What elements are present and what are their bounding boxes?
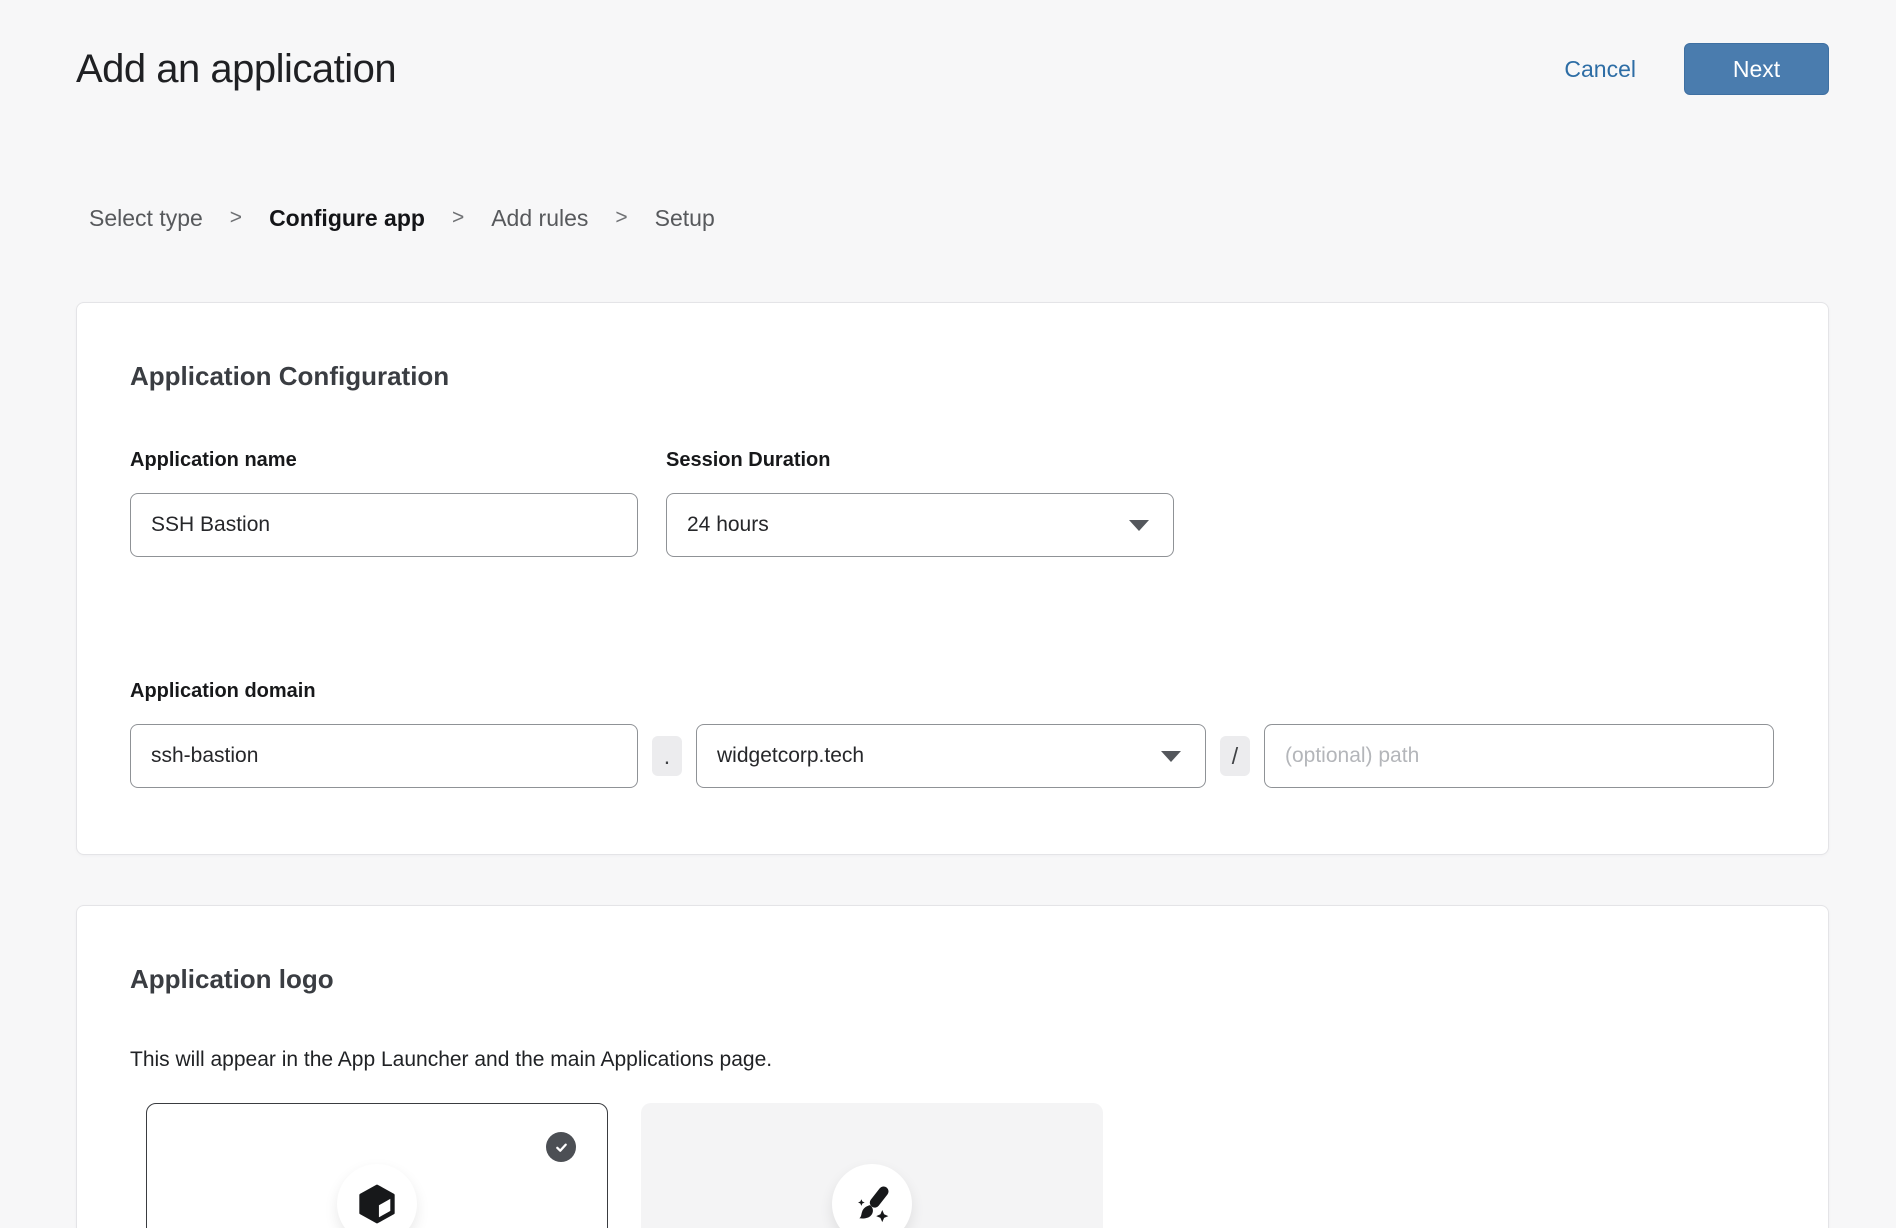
slash-separator: /: [1220, 736, 1250, 776]
header-actions: Cancel Next: [1564, 43, 1829, 95]
page-title: Add an application: [76, 42, 396, 96]
chevron-down-icon: [1129, 520, 1149, 531]
subdomain-input[interactable]: [130, 724, 638, 788]
check-icon: [553, 1139, 570, 1156]
cube-icon: [356, 1183, 398, 1225]
step-setup[interactable]: Setup: [655, 204, 715, 232]
application-configuration-heading: Application Configuration: [130, 361, 1774, 392]
session-duration-field-group: Session Duration 24 hours: [666, 448, 1174, 557]
breadcrumb: Select type > Configure app > Add rules …: [89, 204, 1829, 232]
application-name-label: Application name: [130, 448, 638, 472]
page-header: Add an application Cancel Next: [76, 0, 1829, 96]
application-logo-heading: Application logo: [130, 964, 1774, 995]
step-add-rules[interactable]: Add rules: [491, 204, 588, 232]
session-duration-select[interactable]: 24 hours: [666, 493, 1174, 557]
domain-select[interactable]: widgetcorp.tech: [696, 724, 1206, 788]
name-session-row: Application name Session Duration 24 hou…: [130, 448, 1774, 557]
logo-option-default[interactable]: [146, 1103, 608, 1228]
cancel-button[interactable]: Cancel: [1564, 56, 1636, 83]
application-domain-field-group: Application domain . widgetcorp.tech /: [130, 679, 1774, 788]
dot-separator: .: [652, 736, 682, 776]
logo-options: [146, 1103, 1774, 1228]
application-domain-label: Application domain: [130, 679, 1774, 703]
step-configure-app[interactable]: Configure app: [269, 204, 425, 232]
application-domain-row: . widgetcorp.tech /: [130, 724, 1774, 788]
chevron-right-icon: >: [230, 204, 242, 232]
chevron-right-icon: >: [452, 204, 464, 232]
application-logo-description: This will appear in the App Launcher and…: [130, 1048, 1774, 1072]
add-application-page: Add an application Cancel Next Select ty…: [0, 0, 1896, 1228]
next-button[interactable]: Next: [1684, 43, 1829, 95]
path-input[interactable]: [1264, 724, 1774, 788]
session-duration-value: 24 hours: [687, 513, 769, 537]
logo-option-custom[interactable]: [641, 1103, 1103, 1228]
selected-check-badge: [546, 1132, 576, 1162]
chevron-right-icon: >: [615, 204, 627, 232]
application-name-field-group: Application name: [130, 448, 638, 557]
session-duration-label: Session Duration: [666, 448, 1174, 472]
custom-logo-circle: [832, 1164, 912, 1228]
chevron-down-icon: [1161, 751, 1181, 762]
application-configuration-card: Application Configuration Application na…: [76, 302, 1829, 855]
domain-select-value: widgetcorp.tech: [717, 744, 864, 768]
application-name-input[interactable]: [130, 493, 638, 557]
step-select-type[interactable]: Select type: [89, 204, 203, 232]
default-logo-circle: [337, 1164, 417, 1228]
application-logo-card: Application logo This will appear in the…: [76, 905, 1829, 1228]
paintbrush-icon: [850, 1182, 894, 1226]
